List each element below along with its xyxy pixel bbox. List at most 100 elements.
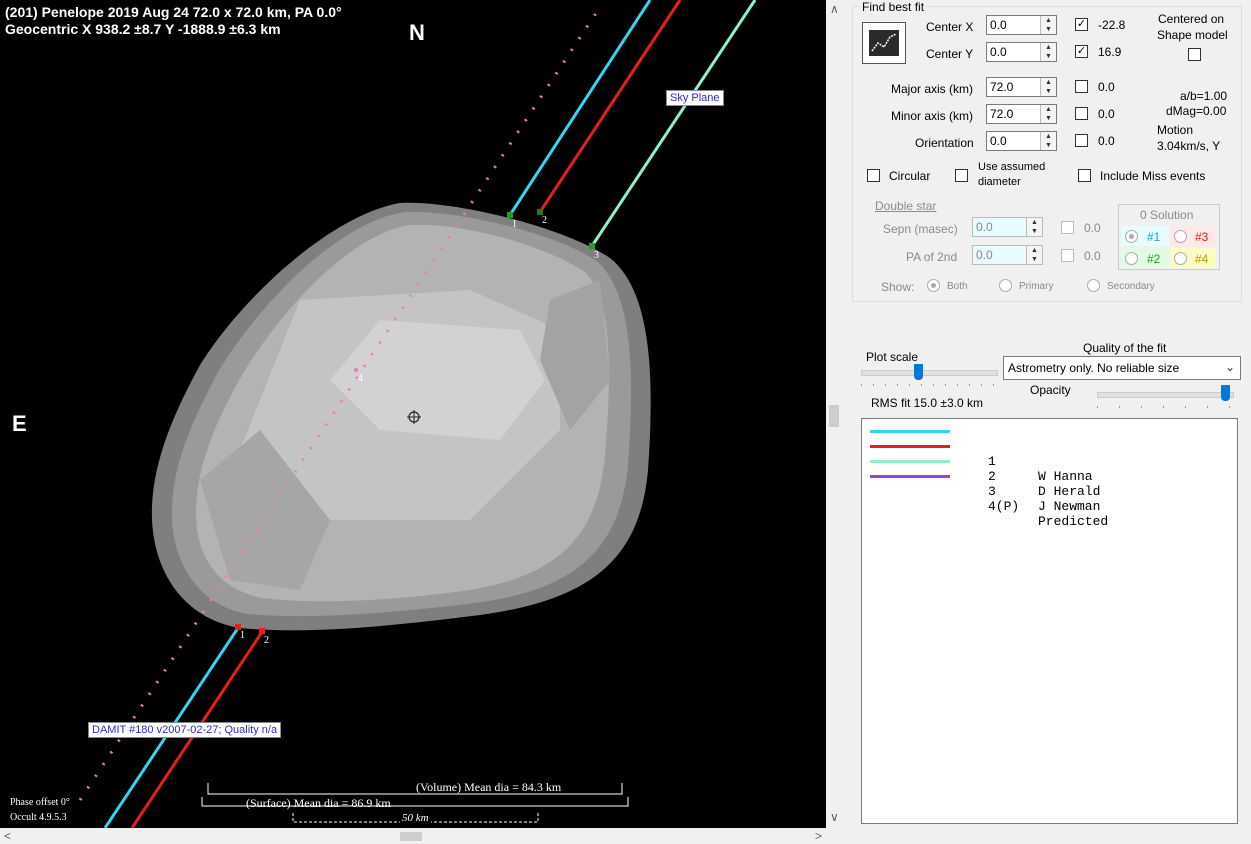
plot-scale-slider-thumb[interactable] — [914, 364, 923, 380]
show-both-radio[interactable] — [927, 279, 940, 292]
sepn-input[interactable]: 0.0 ▲ ▼ — [972, 217, 1043, 237]
volume-mean-diameter: (Volume) Mean dia = 84.3 km — [416, 780, 562, 794]
orientation-fit: 0.0 — [1098, 134, 1115, 148]
show-secondary-radio[interactable] — [1087, 279, 1100, 292]
major-axis-checkbox[interactable] — [1075, 80, 1088, 93]
sepn-checkbox[interactable] — [1061, 221, 1074, 234]
minor-axis-checkbox[interactable] — [1075, 107, 1088, 120]
pa-second-label: PA of 2nd — [906, 250, 958, 264]
opacity-track[interactable] — [1097, 392, 1234, 398]
asteroid-plot — [78, 0, 757, 828]
use-assumed-label-1: Use assumed — [978, 161, 1046, 173]
scroll-down-icon[interactable]: ∨ — [830, 810, 839, 824]
plot-scale-track[interactable] — [861, 370, 998, 376]
pa-second-spinner[interactable]: ▲ ▼ — [1026, 246, 1042, 264]
damit-label: DAMIT #180 v2007-02-27; Quality n/a — [88, 722, 282, 738]
center-y-fit-value: 16.9 — [1098, 45, 1122, 59]
chord-label-4: 4 — [358, 373, 363, 384]
center-y-checkbox[interactable]: ✓ — [1075, 45, 1088, 58]
show-primary-radio[interactable] — [999, 279, 1012, 292]
solution-2-label: #2 — [1147, 252, 1161, 266]
marker-4 — [354, 368, 358, 372]
center-x-checkbox[interactable]: ✓ — [1075, 18, 1088, 31]
pa-second-input[interactable]: 0.0 ▲ ▼ — [972, 245, 1043, 265]
sepn-label: Sepn (masec) — [883, 222, 958, 236]
east-label: E — [12, 411, 27, 436]
legend-row-2[interactable]: 2 D Herald — [870, 439, 1230, 499]
horizontal-scroll-thumb[interactable] — [400, 832, 422, 841]
plot-vertical-scrollbar[interactable]: ∧ ∨ — [826, 0, 843, 828]
sepn-spinner[interactable]: ▲ ▼ — [1026, 218, 1042, 236]
show-secondary-label: Secondary — [1107, 281, 1155, 292]
plot-canvas[interactable]: (201) Penelope 2019 Aug 24 72.0 x 72.0 k… — [0, 0, 826, 828]
chord-label-2-top: 2 — [542, 215, 547, 226]
show-label: Show: — [881, 280, 915, 294]
chord-3-segment-top — [590, 0, 757, 247]
circular-checkbox[interactable] — [867, 169, 880, 182]
legend-row-4[interactable]: 4(P) Predicted — [870, 469, 1230, 529]
fit-chart-icon — [869, 30, 899, 56]
include-miss-checkbox[interactable] — [1078, 169, 1091, 182]
sky-plane-label: Sky Plane — [666, 90, 724, 106]
legend-row-3[interactable]: 3 J Newman — [870, 454, 1230, 514]
quality-dropdown[interactable]: Astrometry only. No reliable size ⌄ — [1003, 356, 1241, 380]
plot-horizontal-scrollbar[interactable]: < > — [0, 828, 843, 844]
phase-offset: Phase offset 0° — [10, 797, 70, 808]
center-x-input[interactable]: 0.0 ▲ ▼ — [986, 15, 1057, 35]
north-label: N — [409, 20, 425, 45]
minor-axis-spinner[interactable]: ▲ ▼ — [1040, 105, 1056, 123]
scroll-right-icon[interactable]: > — [815, 829, 822, 843]
orientation-spinner[interactable]: ▲ ▼ — [1040, 132, 1056, 150]
marker-3-top — [589, 243, 595, 249]
scroll-up-icon[interactable]: ∧ — [830, 2, 839, 16]
opacity-slider-thumb[interactable] — [1221, 385, 1230, 401]
chevron-down-icon: ⌄ — [1224, 360, 1235, 374]
sepn-fit: 0.0 — [1084, 221, 1101, 235]
circular-label: Circular — [889, 169, 931, 183]
use-assumed-diameter-checkbox[interactable] — [955, 169, 968, 182]
find-best-fit-button[interactable] — [862, 22, 906, 64]
legend-row-1[interactable]: 1 W Hanna — [870, 424, 1230, 484]
solution-4-radio[interactable] — [1174, 252, 1187, 265]
chord-label-1-bottom: 1 — [240, 630, 245, 641]
minor-axis-input[interactable]: 72.0 ▲ ▼ — [986, 104, 1057, 124]
occult-version: Occult 4.9.5.3 — [10, 812, 67, 823]
axis-ratio: a/b=1.00 — [1180, 89, 1228, 103]
legend-line-4 — [870, 475, 950, 478]
orientation-checkbox[interactable] — [1075, 134, 1088, 147]
double-star-heading: Double star — [875, 199, 937, 213]
solution-3-radio[interactable] — [1174, 230, 1187, 243]
center-y-input[interactable]: 0.0 ▲ ▼ — [986, 42, 1057, 62]
scroll-left-icon[interactable]: < — [4, 829, 11, 843]
major-axis-input[interactable]: 72.0 ▲ ▼ — [986, 77, 1057, 97]
pa-second-checkbox[interactable] — [1061, 249, 1074, 262]
plot-title-line2: Geocentric X 938.2 ±8.7 Y -1888.9 ±6.3 k… — [5, 21, 281, 37]
centered-on-label: Centered on — [1158, 12, 1225, 26]
major-axis-fit: 0.0 — [1098, 80, 1115, 94]
use-assumed-label-2: diameter — [978, 176, 1021, 188]
vertical-scroll-thumb[interactable] — [829, 405, 839, 427]
orientation-input[interactable]: 0.0 ▲ ▼ — [986, 131, 1057, 151]
marker-1-top — [507, 212, 513, 218]
center-x-spinner[interactable]: ▲ ▼ — [1040, 16, 1056, 34]
chord-label-3-top: 3 — [594, 250, 599, 261]
opacity-label: Opacity — [1030, 383, 1071, 397]
center-y-spinner[interactable]: ▲ ▼ — [1040, 43, 1056, 61]
plot-scale-label: Plot scale — [866, 350, 919, 364]
legend-line-2 — [870, 445, 950, 448]
show-both-label: Both — [947, 281, 968, 292]
pa-second-fit: 0.0 — [1084, 249, 1101, 263]
solution-3-label: #3 — [1195, 230, 1209, 244]
quality-label: Quality of the fit — [1083, 341, 1167, 355]
marker-2-bottom — [259, 628, 265, 634]
include-miss-label: Include Miss events — [1100, 169, 1206, 183]
solution-1-radio[interactable] — [1125, 230, 1138, 243]
center-x-label: Center X — [926, 20, 974, 34]
center-x-fit-value: -22.8 — [1098, 18, 1126, 32]
solution-2-radio[interactable] — [1125, 252, 1138, 265]
major-axis-spinner[interactable]: ▲ ▼ — [1040, 78, 1056, 96]
find-best-fit-title: Find best fit — [860, 0, 927, 14]
solution-1-label: #1 — [1147, 230, 1161, 244]
legend-line-3 — [870, 460, 950, 463]
centered-on-shape-checkbox[interactable] — [1188, 48, 1201, 61]
